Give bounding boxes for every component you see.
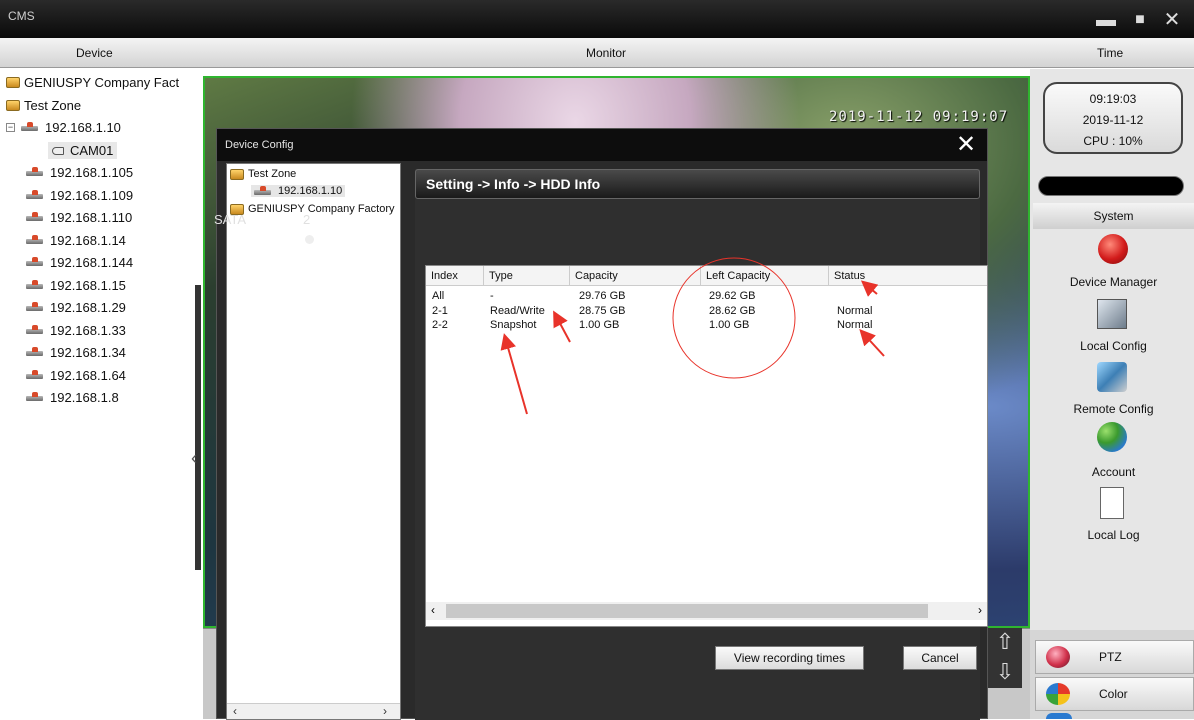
annotation-arrow [860, 280, 879, 297]
annotation-overlay [500, 257, 885, 415]
annotation-circle [672, 257, 796, 379]
annotation-arrow [859, 329, 885, 357]
annotation-arrow [553, 310, 571, 343]
annotation-arrow [500, 333, 528, 415]
